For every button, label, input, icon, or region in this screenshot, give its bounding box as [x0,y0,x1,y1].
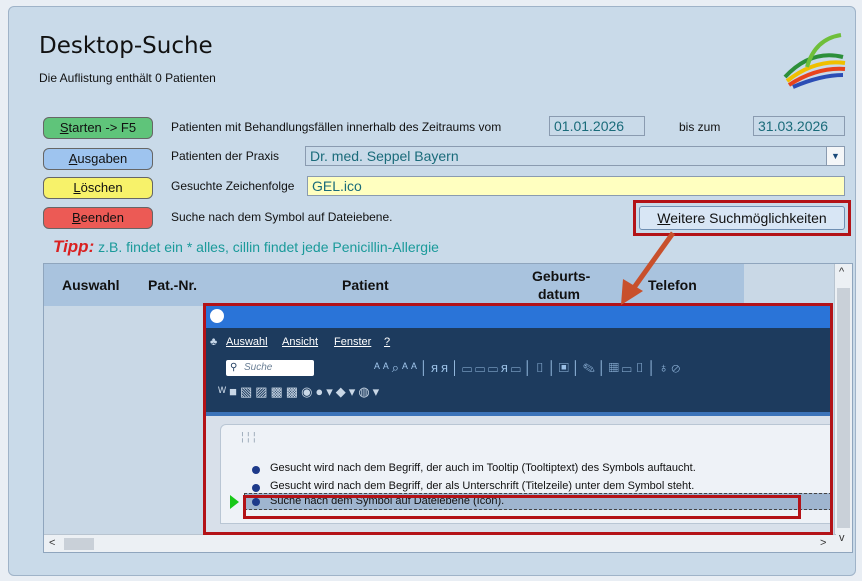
vertical-scrollbar[interactable]: ^ v [834,264,852,552]
horizontal-scroll-thumb[interactable] [64,538,94,550]
inset-separator [206,412,830,416]
window-title: Desktop-Suche [39,33,213,59]
inset-menu-icon: ♣ [210,336,218,348]
more-search-options-button[interactable]: Weitere Suchmöglichkeiten [639,206,845,230]
search-icon: ⚲ [230,362,238,373]
scroll-right-icon[interactable]: > [820,537,826,549]
inset-toolbar-icons-row2: ᵂ■▧▨▩▩◉●▾◆▾◍▾ [218,384,383,399]
list-bullet [252,484,260,492]
tip-label: Tipp: [53,237,95,256]
search-label: Gesuchte Zeichenfolge [171,179,295,193]
app-logo [783,33,846,89]
inset-item-caption: Gesucht wird nach dem Begriff, der als U… [270,480,695,492]
inset-titlebar [206,306,830,328]
period-label: Patienten mit Behandlungsfällen innerhal… [171,120,502,134]
scroll-left-icon[interactable]: < [49,537,55,549]
selected-item-highlight [243,495,801,519]
inset-menu-help: ? [384,336,391,348]
inset-menu-ansicht: Ansicht [282,336,319,348]
end-button[interactable]: Beenden [43,207,153,229]
start-button[interactable]: Starten -> F5 [43,117,153,139]
tree-lines: ¦ ¦ ¦ [241,431,256,443]
date-to-field[interactable]: 31.03.2026 [753,116,845,136]
search-hint-text: Suche nach dem Symbol auf Dateiebene. [171,210,393,224]
search-input[interactable]: GEL.ico [307,176,845,196]
column-auswahl[interactable]: Auswahl [62,277,120,293]
inset-toolbar-area: ♣ Auswahl Ansicht Fenster ? ⚲ Suche ᴬᴬ⌕ᴬ… [206,328,830,412]
output-button[interactable]: Ausgaben [43,148,153,170]
practice-label: Patienten der Praxis [171,149,280,163]
column-geburtsdatum-line2[interactable]: datum [538,286,580,302]
list-bullet [252,466,260,474]
inset-menu-auswahl: Auswahl [226,336,268,348]
patient-count-text: Die Auflistung enthält 0 Patienten [39,71,216,85]
practice-select-value: Dr. med. Seppel Bayern [310,148,459,164]
horizontal-scrollbar[interactable]: < > [44,534,836,552]
column-pat-nr[interactable]: Pat.-Nr. [148,277,197,293]
scroll-up-icon[interactable]: ^ [839,266,844,278]
play-arrow-icon [230,495,239,509]
date-to-label: bis zum [679,120,721,134]
date-from-field[interactable]: 01.01.2026 [549,116,645,136]
pointer-arrow-icon [621,231,676,305]
tip-text: Tipp: z.B. findet ein * alles, cillin fi… [53,237,439,257]
inset-item-tooltip: Gesucht wird nach dem Begriff, der auch … [270,462,696,474]
inset-menu-fenster: Fenster [334,336,372,348]
vertical-scroll-thumb[interactable] [837,288,850,528]
inset-search-placeholder: Suche [244,362,273,373]
inset-app-icon [210,309,224,323]
scroll-down-icon[interactable]: v [839,532,845,544]
practice-select[interactable]: Dr. med. Seppel Bayern ▼ [305,146,845,166]
chevron-down-icon[interactable]: ▼ [826,147,844,165]
column-patient[interactable]: Patient [342,277,389,293]
inset-toolbar-icons-row1: ᴬᴬ⌕ᴬᴬ│ᴙᴙ│▭▭▭ᴙ▭│▯│▣│✎│▦▭▯│♁⊘ [374,360,683,375]
column-geburtsdatum-line1[interactable]: Geburts- [532,268,590,284]
delete-button[interactable]: Löschen [43,177,153,199]
desktop-search-window: Desktop-Suche Die Auflistung enthält 0 P… [8,6,856,576]
inset-search-box: ⚲ Suche [226,360,314,376]
tip-body: z.B. findet ein * alles, cillin findet j… [98,239,439,255]
